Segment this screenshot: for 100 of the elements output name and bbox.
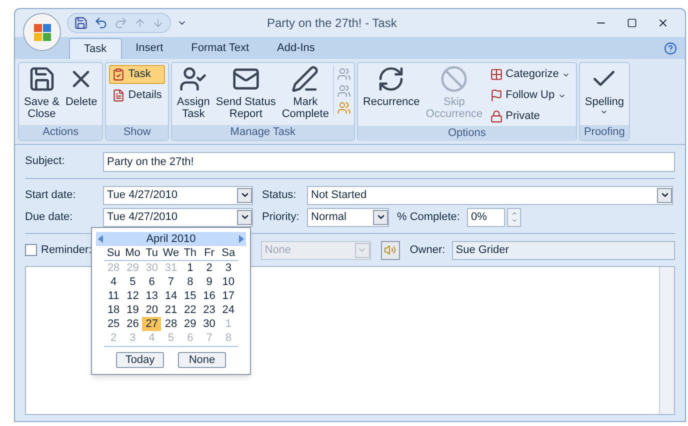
color-grid-icon: [490, 68, 503, 81]
weekday-label: Su: [106, 247, 122, 260]
field-label: % Complete:: [397, 210, 461, 225]
field-label: Owner:: [410, 242, 446, 258]
calendar-day[interactable]: 30: [200, 317, 219, 331]
calendar-day[interactable]: 5: [123, 275, 142, 289]
people-icon[interactable]: [336, 67, 351, 81]
ribbon-button[interactable]: Recurrence: [360, 65, 422, 108]
previous-month-icon[interactable]: [98, 235, 103, 243]
weekday-label: Mo: [124, 247, 142, 260]
caret-icon: [600, 108, 608, 116]
ribbon-tab[interactable]: Format Text: [177, 38, 264, 59]
person-check-icon: [179, 65, 208, 93]
calendar-day[interactable]: 18: [104, 303, 124, 317]
reminder-checkbox[interactable]: [25, 244, 37, 256]
ribbon-button[interactable]: Save & Close: [22, 65, 62, 120]
weekday-label: Fr: [203, 247, 216, 260]
calendar-day[interactable]: 26: [123, 317, 142, 331]
calendar-day[interactable]: 20: [142, 303, 162, 317]
calendar-day[interactable]: 4: [104, 275, 124, 289]
calendar-button[interactable]: Today: [116, 352, 164, 368]
close-icon[interactable]: [657, 17, 669, 29]
calendar-day[interactable]: 2: [200, 261, 219, 275]
subject-field[interactable]: Party on the 27th!: [103, 152, 675, 172]
field-label: Start date:: [25, 188, 77, 203]
calendar-day[interactable]: 3: [218, 261, 238, 275]
ribbon-tab[interactable]: Task: [69, 38, 122, 59]
redo-icon[interactable]: [114, 16, 128, 30]
weekday-label: Th: [182, 247, 198, 260]
calendar-day[interactable]: 17: [218, 289, 238, 303]
calendar-day[interactable]: 23: [200, 303, 219, 317]
group-label: Manage Task: [172, 125, 354, 140]
document-icon: [112, 89, 126, 102]
priority-dropdown[interactable]: Normal: [307, 208, 389, 226]
group-label: Options: [358, 126, 576, 141]
due-date-dropdown[interactable]: Tue 4/27/2010: [103, 208, 253, 226]
calendar-day[interactable]: 7: [161, 275, 181, 289]
owner-field[interactable]: Sue Grider: [452, 240, 675, 260]
undo-icon[interactable]: [94, 16, 108, 30]
scrollbar[interactable]: [659, 267, 674, 414]
speaker-icon: [384, 244, 396, 256]
next-month-icon[interactable]: [238, 235, 244, 243]
percent-complete-field[interactable]: 0%: [467, 208, 505, 226]
calendar-day[interactable]: 13: [142, 289, 162, 303]
calendar-day[interactable]: 15: [180, 289, 200, 303]
calendar-day[interactable]: 8: [180, 275, 200, 289]
field-label: Due date:: [25, 210, 74, 225]
field-label: Status:: [262, 188, 298, 203]
calendar-day[interactable]: 29: [180, 317, 200, 331]
office-logo-icon[interactable]: [23, 13, 61, 51]
save-icon[interactable]: [74, 16, 88, 30]
calendar-day[interactable]: 25: [104, 317, 124, 331]
maximize-icon[interactable]: [627, 18, 637, 28]
ribbon-button[interactable]: Spelling: [582, 65, 626, 116]
ribbon-tab[interactable]: Add-Ins: [263, 38, 329, 59]
weekday-label: We: [162, 247, 180, 260]
field-label: Subject:: [25, 154, 66, 170]
flag-icon: [490, 89, 503, 102]
calendar-day[interactable]: 22: [180, 303, 200, 317]
ribbon-button[interactable]: Assign Task: [174, 65, 212, 120]
calendar-day[interactable]: 11: [104, 289, 124, 303]
circular-arrows-icon: [377, 65, 406, 93]
calendar-day[interactable]: 19: [123, 303, 142, 317]
calendar-button[interactable]: None: [178, 352, 226, 368]
ribbon-button[interactable]: Mark Complete: [280, 65, 331, 120]
sound-button[interactable]: [380, 240, 400, 260]
field-label: Priority:: [262, 210, 300, 225]
calendar-day[interactable]: 12: [123, 289, 142, 303]
start-date-dropdown[interactable]: Tue 4/27/2010: [103, 186, 253, 204]
ribbon-small-button[interactable]: Follow Up: [486, 86, 573, 105]
ribbon-small-button[interactable]: Private: [486, 107, 573, 126]
help-icon[interactable]: [664, 42, 677, 55]
calendar-day[interactable]: 28: [161, 317, 181, 331]
ribbon-button[interactable]: Send Status Report: [214, 65, 278, 120]
ribbon-small-button[interactable]: Categorize: [486, 65, 573, 84]
pencil-icon: [291, 65, 320, 93]
calendar-day[interactable]: 9: [200, 275, 219, 289]
calendar-day[interactable]: 6: [142, 275, 162, 289]
window-title: Party on the 27th! - Task: [267, 15, 397, 32]
calendar-day[interactable]: 24: [218, 303, 238, 317]
calendar-day[interactable]: 27: [142, 317, 162, 331]
calendar-day[interactable]: 14: [161, 289, 181, 303]
people-icon[interactable]: [336, 101, 351, 115]
calendar-day[interactable]: 10: [218, 275, 238, 289]
up-arrow-icon[interactable]: [134, 17, 146, 29]
clipboard-check-icon: [112, 68, 126, 81]
group-label: Proofing: [580, 125, 629, 140]
spin-button[interactable]: [507, 208, 521, 226]
calendar-day[interactable]: 21: [161, 303, 181, 317]
ribbon-small-button[interactable]: Task: [109, 65, 165, 84]
weekday-label: Tu: [144, 247, 160, 260]
ribbon-tab[interactable]: Insert: [122, 38, 178, 59]
down-arrow-icon[interactable]: [152, 17, 164, 29]
calendar-day[interactable]: 16: [200, 289, 219, 303]
ribbon-button[interactable]: Delete: [63, 65, 100, 108]
ribbon-small-button[interactable]: Details: [109, 86, 165, 105]
people-icon[interactable]: [336, 84, 351, 98]
calendar-day[interactable]: 1: [180, 261, 200, 275]
field-label: Reminder:: [41, 242, 92, 258]
status-dropdown[interactable]: Not Started: [307, 186, 673, 204]
